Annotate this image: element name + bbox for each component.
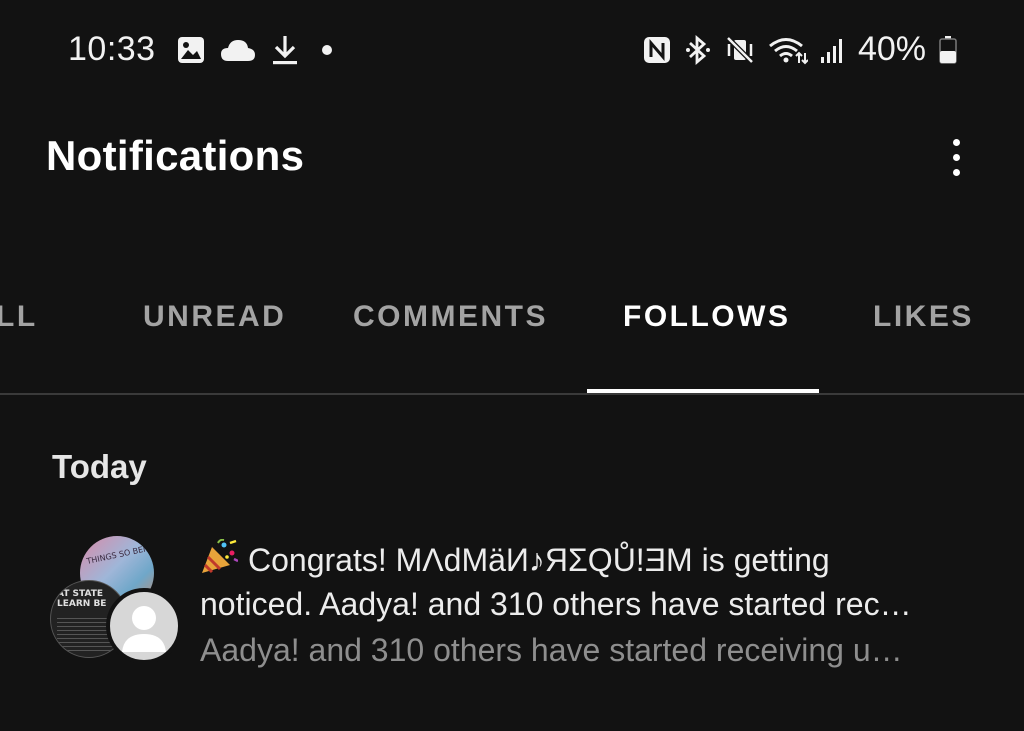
notification-headline: Congrats! MΛdMäИ♪ЯΣQŮ!ƎM is getting [248, 542, 830, 578]
bluetooth-icon [684, 34, 712, 66]
person-icon [122, 606, 166, 652]
notification-tabs: LL UNREAD COMMENTS FOLLOWS LIKES [0, 290, 1024, 394]
download-icon [270, 34, 300, 66]
notification-item[interactable]: THINGS SO BEI... AT STATE LEARN BE Congr… [0, 530, 1024, 680]
section-title-today: Today [52, 448, 147, 485]
image-icon [176, 35, 206, 65]
cloud-icon [220, 37, 256, 63]
tabs-divider [0, 393, 1024, 395]
notification-body: noticed. Aadya! and 310 others have star… [200, 586, 912, 622]
status-right-icons: 40% [642, 30, 958, 69]
vibrate-mute-icon [724, 34, 756, 66]
status-left-icons [176, 34, 340, 66]
more-vert-icon [952, 138, 960, 146]
notification-text: Congrats! MΛdMäИ♪ЯΣQŮ!ƎM is getting noti… [200, 538, 990, 672]
party-popper-icon [200, 538, 239, 575]
status-time: 10:33 [68, 30, 156, 68]
avatar-1-text: THINGS SO BEI... [85, 543, 154, 566]
default-avatar [106, 588, 182, 664]
battery-icon [938, 35, 958, 65]
tab-unread[interactable]: UNREAD [143, 300, 286, 334]
nfc-icon [642, 35, 672, 65]
tab-comments[interactable]: COMMENTS [353, 300, 548, 334]
avatar-stack: THINGS SO BEI... AT STATE LEARN BE [50, 536, 186, 664]
notifications-screen: 10:33 40% Notifications LL UNREAD COMMEN… [0, 0, 1024, 731]
more-options-button[interactable] [934, 130, 978, 184]
status-bar: 10:33 40% [0, 0, 1024, 100]
tab-all[interactable]: LL [0, 300, 38, 334]
signal-icon [820, 35, 846, 65]
page-title: Notifications [46, 132, 305, 179]
tab-follows[interactable]: FOLLOWS [623, 300, 790, 334]
dot-icon [314, 40, 340, 60]
battery-percent: 40% [857, 30, 926, 68]
wifi-icon [768, 35, 808, 65]
notification-preview: Aadya! and 310 others have started recei… [200, 632, 903, 668]
tab-likes[interactable]: LIKES [873, 300, 974, 334]
